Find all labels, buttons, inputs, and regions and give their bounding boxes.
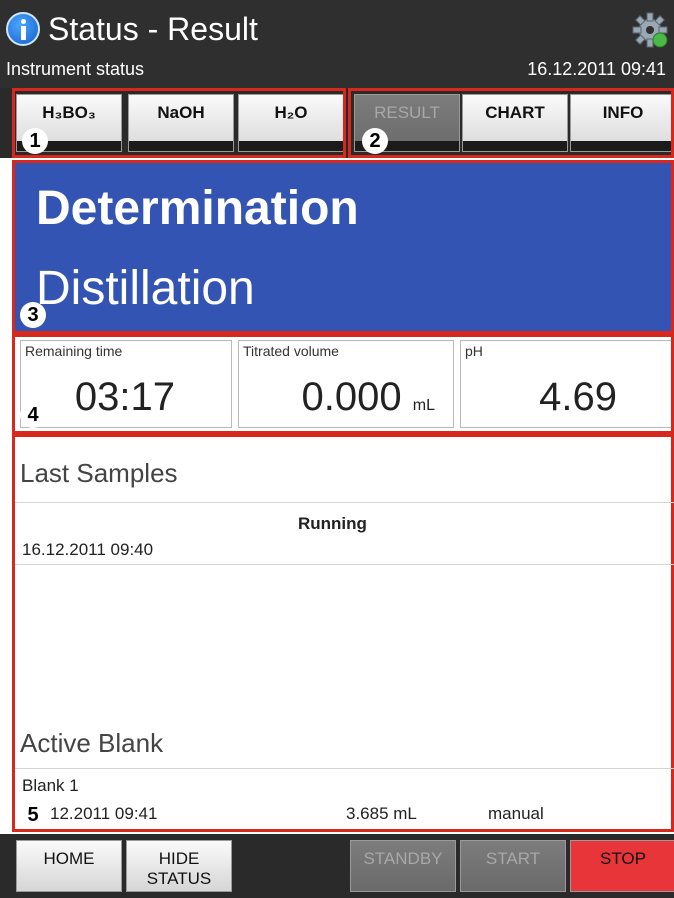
hide-status-button[interactable]: HIDE STATUS — [126, 840, 232, 892]
callout-number-4: 4 — [20, 402, 46, 428]
stop-button[interactable]: STOP — [570, 840, 674, 892]
titrated-volume-readout: 0.000 mL — [302, 375, 435, 420]
active-blank-title: Active Blank — [20, 728, 164, 758]
blank-mode: manual — [488, 804, 544, 823]
remaining-time-value: 03:17 — [74, 375, 175, 419]
sample-datetime: 16.12.2011 09:40 — [22, 540, 154, 559]
hide-status-label-line2: STATUS — [146, 869, 212, 888]
hide-status-label-line1: HIDE — [158, 849, 200, 868]
ph-label: pH — [465, 343, 483, 359]
blank-name: Blank 1 — [22, 776, 79, 795]
titrated-volume-label: Titrated volume — [243, 343, 339, 359]
ph-value: 4.69 — [539, 375, 617, 419]
info-icon[interactable] — [6, 12, 40, 46]
divider — [15, 768, 674, 769]
callout-number-3: 3 — [20, 302, 46, 328]
tab-info[interactable]: INFO — [570, 94, 674, 152]
blank-volume: 3.685 mL — [346, 804, 417, 823]
page-title: Status - Result — [48, 11, 258, 47]
banner-mode: Determination — [36, 182, 359, 235]
ph-panel: pH 4.69 — [460, 340, 674, 428]
standby-button[interactable]: STANDBY — [350, 840, 456, 892]
remaining-time-label: Remaining time — [25, 343, 123, 359]
last-samples-title: Last Samples — [20, 458, 178, 488]
header-datetime: 16.12.2011 09:41 — [527, 59, 666, 79]
titrated-volume-unit: mL — [412, 397, 435, 414]
page-subtitle: Instrument status — [6, 59, 145, 79]
titrated-volume-panel: Titrated volume 0.000 mL — [238, 340, 454, 428]
home-button[interactable]: HOME — [16, 840, 122, 892]
callout-number-2: 2 — [362, 128, 388, 154]
sample-status: Running — [298, 514, 367, 533]
banner-step: Distillation — [36, 262, 255, 315]
start-button[interactable]: START — [460, 840, 566, 892]
callout-number-5: 5 — [20, 802, 46, 828]
tab-naoh[interactable]: NaOH — [128, 94, 234, 152]
callout-number-1: 1 — [22, 128, 48, 154]
gear-icon[interactable] — [630, 10, 670, 50]
titrated-volume-value: 0.000 — [301, 375, 402, 419]
blank-datetime: 12.2011 09:41 — [50, 804, 158, 823]
tab-h2o[interactable]: H₂O — [238, 94, 344, 152]
callout-box-5 — [12, 434, 674, 832]
tab-chart[interactable]: CHART — [462, 94, 568, 152]
divider — [15, 564, 674, 565]
remaining-time-panel: Remaining time 03:17 — [20, 340, 232, 428]
divider — [15, 502, 674, 503]
